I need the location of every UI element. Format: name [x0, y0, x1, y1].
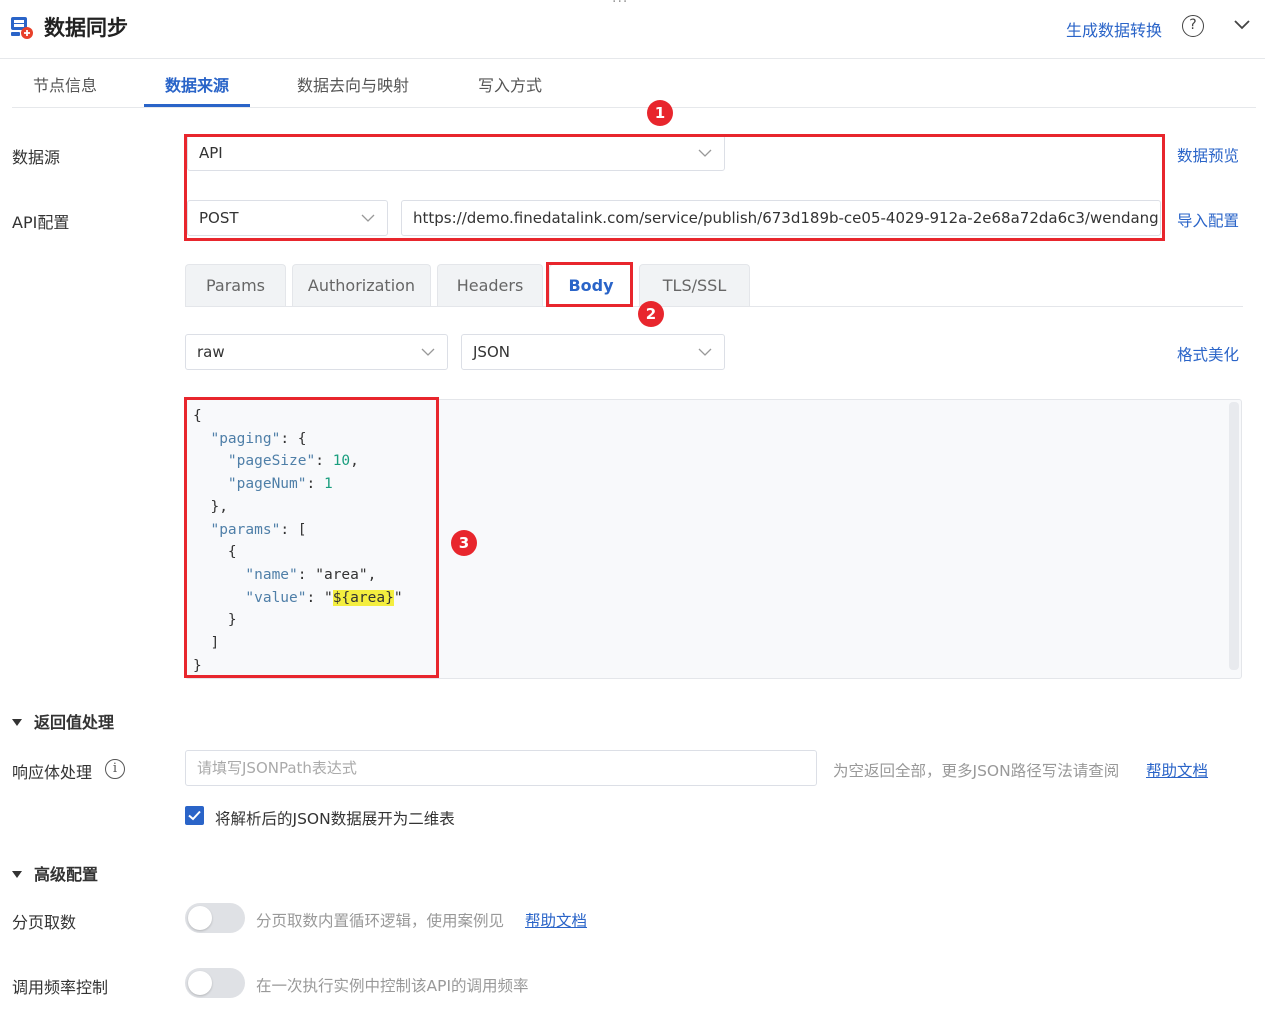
- badge-1: 1: [647, 100, 673, 126]
- expand-table-label[interactable]: 将解析后的JSON数据展开为二维表: [215, 807, 455, 829]
- generate-data-transform-link[interactable]: 生成数据转换: [1066, 17, 1162, 41]
- tab-write-mode[interactable]: 写入方式: [478, 72, 542, 96]
- highlight-box-3: [184, 397, 439, 678]
- datasource-label: 数据源: [12, 148, 61, 167]
- rate-control-hint: 在一次执行实例中控制该API的调用频率: [256, 977, 529, 995]
- check-icon: [188, 810, 201, 821]
- paging-label: 分页取数: [12, 913, 77, 932]
- toggle-knob: [188, 971, 212, 995]
- page-title: 数据同步: [44, 16, 128, 40]
- body-format-value: JSON: [473, 343, 510, 361]
- toggle-knob: [188, 906, 212, 930]
- return-section-header[interactable]: 返回值处理: [12, 709, 114, 733]
- api-config-label: API配置: [12, 213, 70, 232]
- jsonpath-hint: 为空返回全部，更多JSON路径写法请查阅: [833, 762, 1120, 780]
- drag-handle-dots[interactable]: ···: [612, 0, 628, 10]
- caret-down-icon: [12, 871, 22, 878]
- paging-help-link[interactable]: 帮助文档: [525, 909, 587, 931]
- beautify-format-link[interactable]: 格式美化: [1177, 343, 1239, 365]
- body-format-select[interactable]: JSON: [461, 334, 725, 370]
- jsonpath-placeholder: 请填写JSONPath表达式: [197, 759, 357, 777]
- caret-down-icon: [12, 719, 22, 726]
- chevron-down-icon: [698, 348, 712, 356]
- paging-hint: 分页取数内置循环逻辑，使用案例见: [256, 912, 505, 930]
- response-body-label: 响应体处理: [12, 763, 93, 782]
- subtab-params[interactable]: Params: [185, 264, 286, 307]
- return-section-title: 返回值处理: [34, 713, 115, 732]
- chevron-down-icon: [421, 348, 435, 356]
- editor-scrollbar[interactable]: [1229, 402, 1239, 670]
- paging-toggle[interactable]: [185, 903, 245, 933]
- badge-3: 3: [451, 530, 477, 556]
- data-preview-link[interactable]: 数据预览: [1177, 144, 1239, 166]
- info-icon[interactable]: i: [105, 759, 125, 779]
- help-doc-link[interactable]: 帮助文档: [1146, 759, 1208, 781]
- rate-control-toggle[interactable]: [185, 968, 245, 998]
- highlight-box-2: [546, 262, 633, 307]
- tabs-divider: [12, 107, 1256, 108]
- body-type-value: raw: [197, 343, 225, 361]
- body-type-select[interactable]: raw: [185, 334, 448, 370]
- data-sync-icon: [11, 17, 33, 39]
- subtabs-divider: [185, 306, 1243, 307]
- chevron-down-icon[interactable]: [1232, 14, 1252, 34]
- header-divider: [0, 58, 1265, 59]
- rate-control-label: 调用频率控制: [12, 978, 109, 997]
- tab-data-destination[interactable]: 数据去向与映射: [297, 72, 409, 96]
- advanced-section-title: 高级配置: [34, 865, 99, 884]
- help-icon[interactable]: ?: [1182, 15, 1204, 37]
- badge-2: 2: [638, 301, 664, 327]
- subtab-headers[interactable]: Headers: [437, 264, 543, 307]
- expand-table-checkbox[interactable]: [185, 806, 204, 825]
- advanced-section-header[interactable]: 高级配置: [12, 861, 98, 885]
- highlight-box-1: [184, 134, 1165, 241]
- import-config-link[interactable]: 导入配置: [1177, 209, 1239, 231]
- tab-data-source[interactable]: 数据来源: [165, 72, 229, 96]
- jsonpath-input[interactable]: 请填写JSONPath表达式: [185, 750, 817, 786]
- subtab-tls-ssl[interactable]: TLS/SSL: [639, 264, 750, 307]
- tab-node-info[interactable]: 节点信息: [33, 72, 97, 96]
- subtab-authorization[interactable]: Authorization: [292, 264, 431, 307]
